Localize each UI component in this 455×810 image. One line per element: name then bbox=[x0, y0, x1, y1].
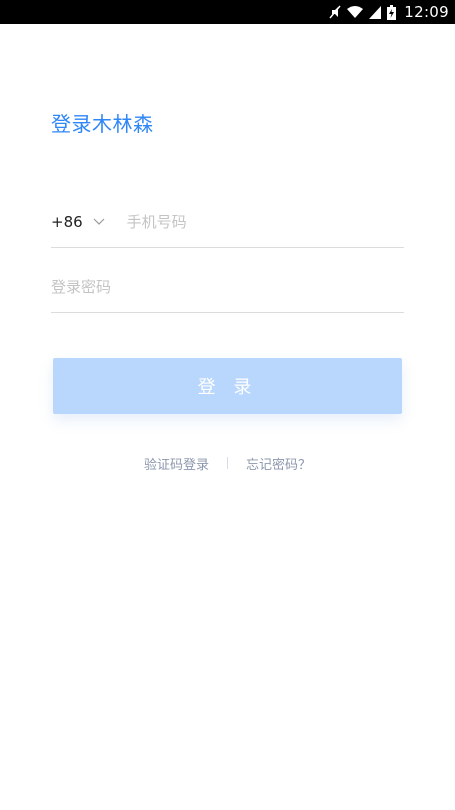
phone-input[interactable] bbox=[126, 212, 377, 231]
password-row bbox=[51, 262, 404, 313]
sms-login-link[interactable]: 验证码登录 bbox=[144, 454, 209, 473]
link-divider bbox=[227, 457, 228, 469]
status-bar: 12:09 bbox=[0, 0, 455, 24]
forgot-password-link[interactable]: 忘记密码？ bbox=[246, 454, 311, 473]
wifi-icon bbox=[347, 5, 364, 19]
login-links: 验证码登录 忘记密码？ bbox=[0, 452, 455, 474]
mute-icon bbox=[329, 5, 341, 19]
login-button[interactable]: 登 录 bbox=[53, 358, 402, 414]
signal-icon bbox=[369, 5, 382, 19]
chevron-down-icon[interactable] bbox=[93, 218, 105, 226]
status-time: 12:09 bbox=[404, 3, 449, 21]
phone-row: +86 bbox=[51, 196, 404, 248]
password-input[interactable] bbox=[51, 278, 391, 296]
battery-charging-icon bbox=[387, 4, 397, 20]
page-title: 登录木林森 bbox=[51, 112, 154, 136]
country-code-selector[interactable]: +86 bbox=[51, 213, 83, 231]
